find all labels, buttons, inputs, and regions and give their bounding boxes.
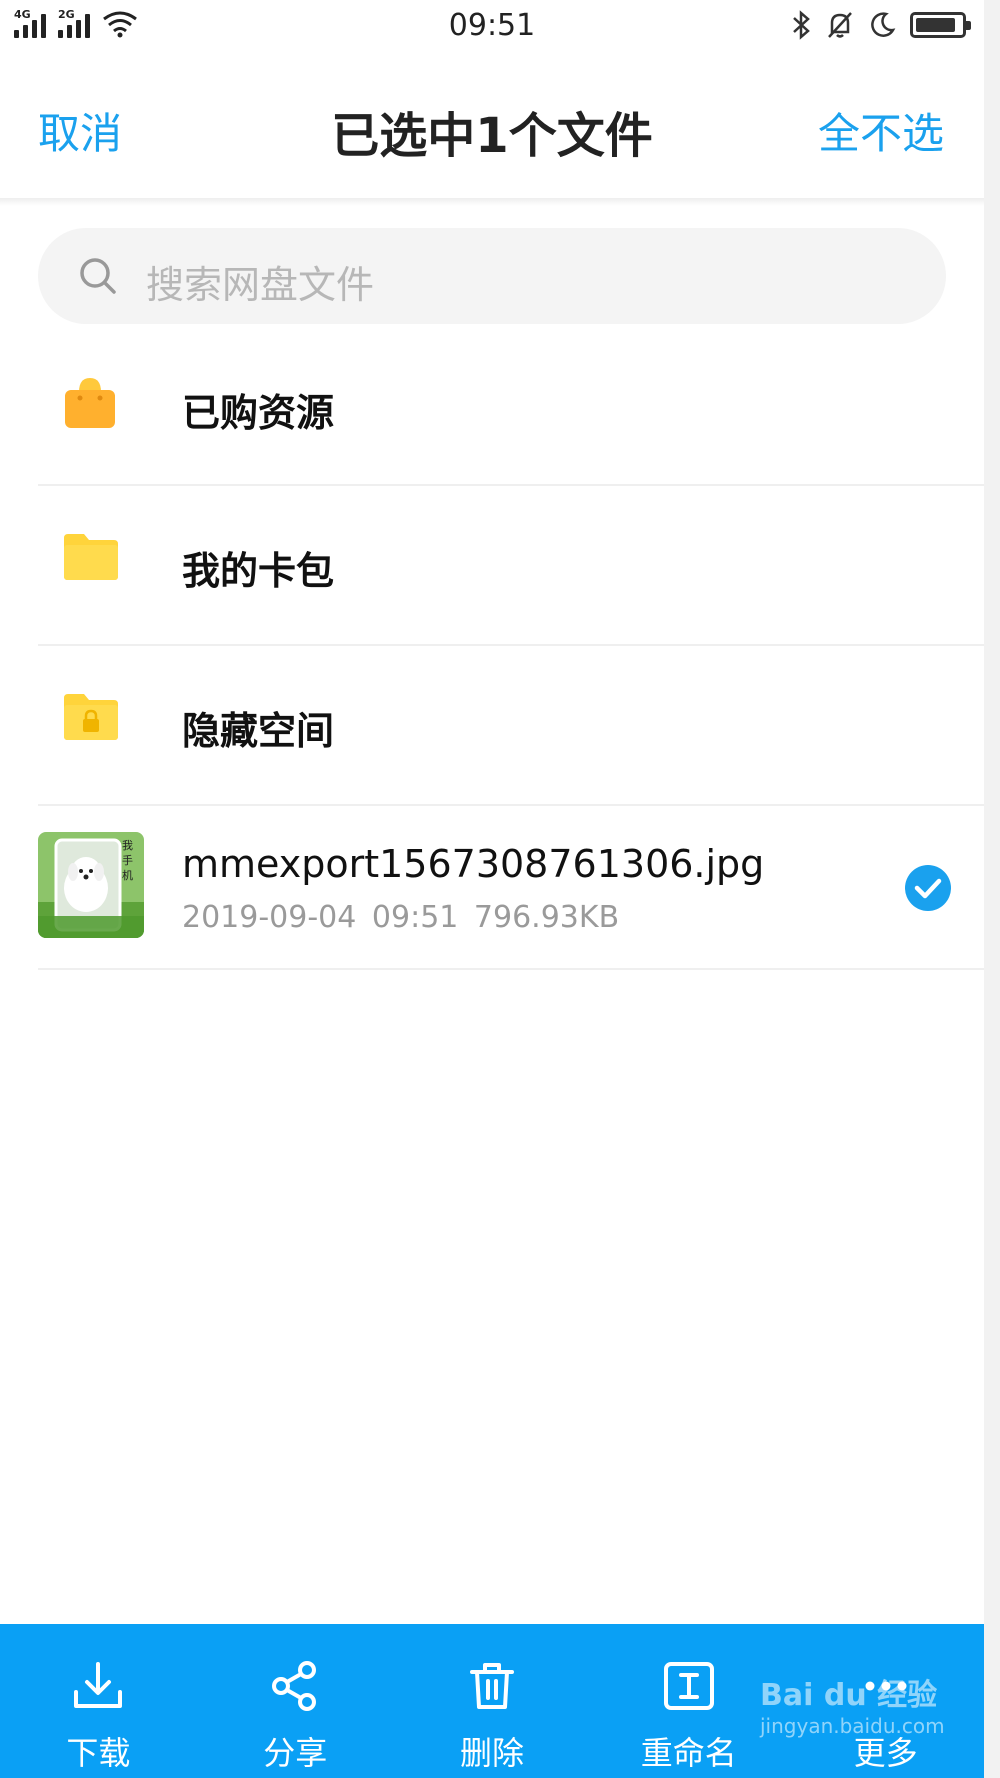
download-icon xyxy=(74,1662,123,1708)
delete-label: 删除 xyxy=(459,1734,524,1772)
select-none-button[interactable]: 全不选 xyxy=(818,100,944,161)
trash-icon xyxy=(469,1663,514,1709)
list-item-image-file[interactable]: 我手机 mmexport1567308761306.jpg 2019-09-04… xyxy=(38,808,984,970)
list-item-label: 已购资源 xyxy=(182,391,335,435)
list-item-label: 我的卡包 xyxy=(182,549,335,593)
battery-icon xyxy=(910,12,971,38)
bluetooth-icon xyxy=(793,10,810,40)
rename-label: 重命名 xyxy=(640,1734,737,1772)
rename-icon xyxy=(663,1662,714,1710)
search-input[interactable]: 搜索网盘文件 xyxy=(38,228,946,324)
download-label: 下载 xyxy=(66,1734,131,1772)
more-button[interactable]: 更多 xyxy=(787,1624,984,1778)
search-placeholder: 搜索网盘文件 xyxy=(146,263,375,307)
delete-button[interactable]: 删除 xyxy=(394,1624,591,1778)
status-bar: 4G 2G 09:51 xyxy=(0,0,984,52)
list-item-card-wallet[interactable]: 我的卡包 xyxy=(38,488,984,646)
more-icon xyxy=(865,1681,907,1691)
status-icons xyxy=(790,10,971,40)
share-icon xyxy=(272,1661,317,1711)
list-item-label: 隐藏空间 xyxy=(182,709,335,753)
share-button[interactable]: 分享 xyxy=(197,1624,394,1778)
list-item-hidden-space[interactable]: 隐藏空间 xyxy=(38,648,984,806)
more-label: 更多 xyxy=(853,1734,918,1772)
file-date: 2019-09-04 xyxy=(182,900,357,935)
file-size: 796.93KB xyxy=(473,900,620,935)
screen: 4G 2G 09:51 取消 已选中1个文件 全不选 搜索网盘文件 已购资源 我… xyxy=(0,0,1000,1778)
file-meta: 2019-09-04 09:51 796.93KB xyxy=(182,900,619,935)
locked-folder-icon xyxy=(64,694,118,740)
shopping-bag-icon xyxy=(65,378,115,428)
header-divider xyxy=(0,198,984,206)
selected-check-icon[interactable] xyxy=(904,864,952,912)
mute-bell-icon xyxy=(828,12,852,38)
list-item-purchased[interactable]: 已购资源 xyxy=(38,330,984,486)
moon-icon xyxy=(871,12,896,37)
thumbnail-caption: 我手机 xyxy=(122,839,133,882)
download-button[interactable]: 下载 xyxy=(0,1624,197,1778)
selection-header: 取消 已选中1个文件 全不选 xyxy=(0,52,984,198)
edge-strip xyxy=(984,0,1000,1778)
rename-button[interactable]: 重命名 xyxy=(590,1624,787,1778)
share-label: 分享 xyxy=(263,1734,328,1772)
file-name: mmexport1567308761306.jpg xyxy=(182,842,765,886)
action-toolbar: 下载 分享 删除 重命名 更多 xyxy=(0,1624,984,1778)
search-icon xyxy=(80,258,116,294)
folder-icon xyxy=(64,534,118,580)
file-time: 09:51 xyxy=(371,900,459,935)
